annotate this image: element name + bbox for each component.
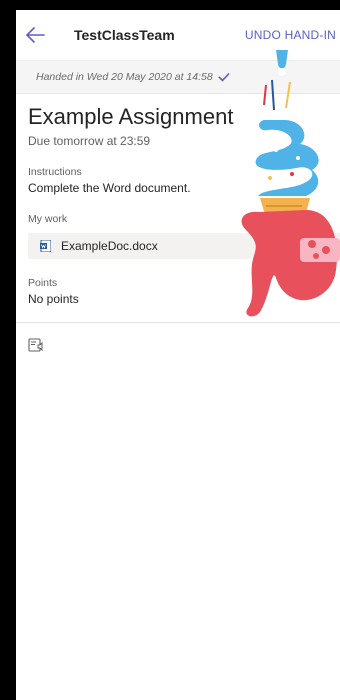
immersive-reader-icon[interactable] — [28, 337, 44, 353]
undo-hand-in-button[interactable]: UNDO HAND-IN — [245, 28, 336, 42]
divider — [16, 322, 340, 323]
back-arrow-icon[interactable] — [24, 24, 46, 46]
word-doc-icon — [40, 240, 51, 252]
phone-screen: TestClassTeam UNDO HAND-IN Handed in Wed… — [16, 10, 340, 700]
handed-in-text: Handed in Wed 20 May 2020 at 14:58 — [36, 71, 213, 83]
checkmark-icon — [218, 72, 230, 82]
page-title: TestClassTeam — [74, 27, 175, 43]
celebration-ice-cream-icon — [241, 50, 340, 317]
file-name: ExampleDoc.docx — [61, 239, 158, 253]
